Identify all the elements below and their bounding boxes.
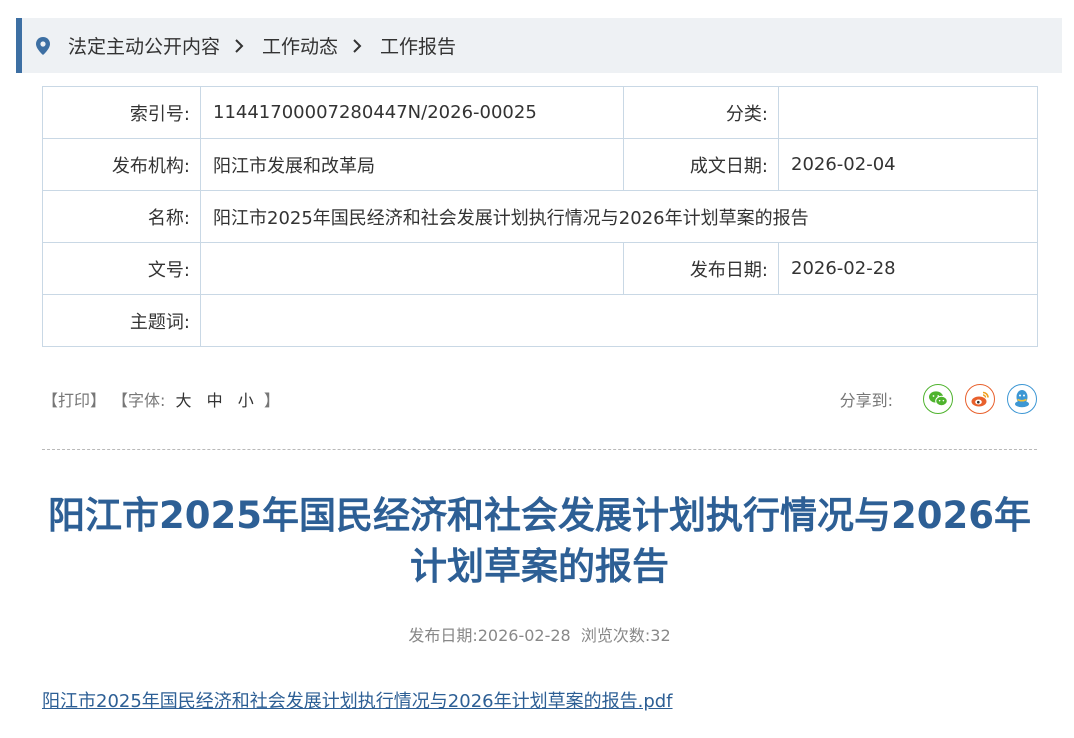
category-label: 分类: [623, 86, 779, 139]
doc-number-value [200, 242, 624, 295]
publisher-label: 发布机构: [42, 138, 201, 191]
keywords-label: 主题词: [42, 294, 201, 347]
chevron-right-icon [235, 38, 244, 53]
category-value [778, 86, 1038, 139]
view-count-label: 浏览次数: [580, 626, 651, 645]
share-wechat-button[interactable] [923, 384, 953, 414]
index-number-value: 11441700007280447N/2026-00025 [200, 86, 624, 139]
font-size-small-button[interactable]: 小 [238, 391, 254, 410]
breadcrumb-item-work-news[interactable]: 工作动态 [262, 32, 338, 59]
font-size-medium-button[interactable]: 中 [207, 391, 223, 410]
location-pin-icon [36, 36, 50, 55]
publisher-value: 阳江市发展和改革局 [200, 138, 624, 191]
keywords-value [200, 294, 1038, 347]
wechat-icon [929, 391, 948, 407]
breadcrumb-item-public-content[interactable]: 法定主动公开内容 [68, 32, 220, 59]
font-size-suffix: 】 [263, 391, 280, 410]
index-number-label: 索引号: [42, 86, 201, 139]
share-weibo-button[interactable] [965, 384, 995, 414]
publish-date-label: 发布日期: [623, 242, 779, 295]
share-area: 分享到: [840, 384, 1037, 414]
document-metadata-table: 索引号: 11441700007280447N/2026-00025 分类: 发… [42, 86, 1038, 347]
article-publish-date: 2026-02-28 [477, 626, 571, 645]
weibo-icon [971, 391, 989, 407]
share-label: 分享到: [839, 391, 893, 410]
name-label: 名称: [42, 190, 201, 243]
chevron-right-icon [353, 38, 362, 53]
share-qq-button[interactable] [1007, 384, 1037, 414]
qq-icon [1015, 390, 1029, 408]
section-divider [42, 449, 1037, 450]
publish-date-value: 2026-02-28 [778, 242, 1038, 295]
font-size-prefix: 【字体: [112, 391, 166, 410]
name-value: 阳江市2025年国民经济和社会发展计划执行情况与2026年计划草案的报告 [200, 190, 1038, 243]
metadata-row: 索引号: 11441700007280447N/2026-00025 分类: [42, 86, 1038, 139]
view-count: 32 [650, 626, 671, 645]
metadata-row: 发布机构: 阳江市发展和改革局 成文日期: 2026-02-04 [42, 138, 1038, 191]
breadcrumb: 法定主动公开内容 工作动态 工作报告 [16, 18, 1062, 73]
written-date-value: 2026-02-04 [778, 138, 1038, 191]
font-size-control: 【字体: 大 中 小 】 [112, 387, 280, 411]
article-publish-date-label: 发布日期: [408, 626, 478, 645]
font-size-large-button[interactable]: 大 [176, 391, 192, 410]
article-title: 阳江市2025年国民经济和社会发展计划执行情况与2026年计划草案的报告 [48, 494, 1031, 588]
attachment-pdf-link[interactable]: 阳江市2025年国民经济和社会发展计划执行情况与2026年计划草案的报告.pdf [42, 687, 673, 713]
written-date-label: 成文日期: [623, 138, 779, 191]
article-meta: 发布日期:2026-02-28 浏览次数:32 [42, 622, 1037, 646]
doc-number-label: 文号: [42, 242, 201, 295]
metadata-row: 名称: 阳江市2025年国民经济和社会发展计划执行情况与2026年计划草案的报告 [42, 190, 1038, 243]
article-toolbar: 【打印】 【字体: 大 中 小 】 分享到: [42, 378, 1037, 420]
breadcrumb-item-work-report[interactable]: 工作报告 [380, 32, 456, 59]
print-button[interactable]: 【打印】 [42, 387, 106, 411]
metadata-row: 主题词: [42, 294, 1038, 347]
metadata-row: 文号: 发布日期: 2026-02-28 [42, 242, 1038, 295]
